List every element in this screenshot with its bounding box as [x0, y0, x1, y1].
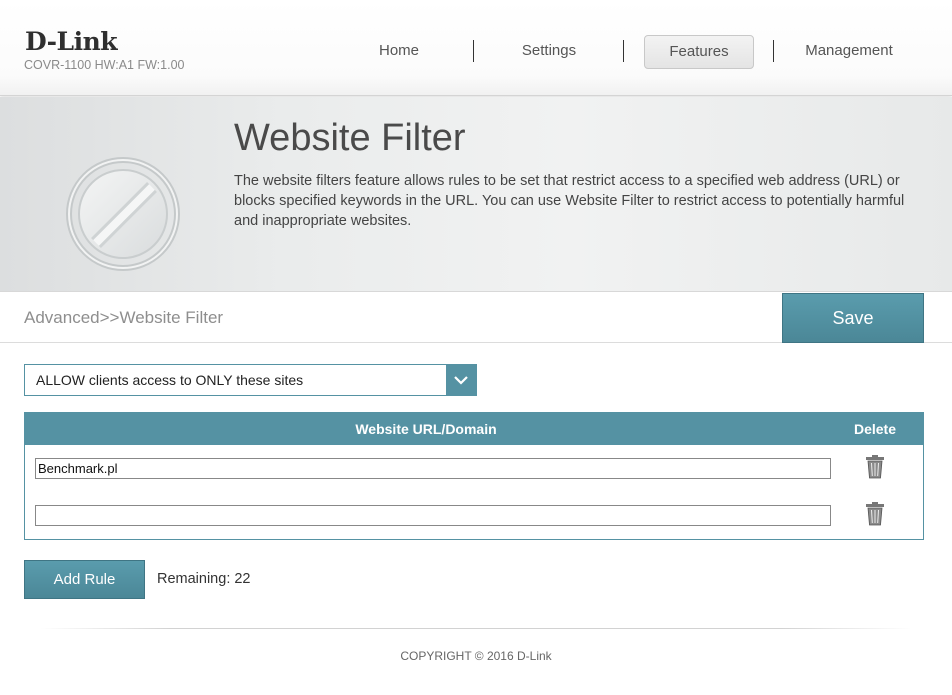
trash-icon[interactable]	[865, 502, 885, 531]
breadcrumb-bar: Advanced>>Website Filter Save	[0, 293, 952, 343]
table-header: Website URL/Domain Delete	[25, 413, 923, 445]
trash-icon[interactable]	[865, 455, 885, 484]
dlink-logo: D-Link	[25, 27, 118, 56]
model-info: COVR-1100 HW:A1 FW:1.00	[24, 58, 185, 72]
url-input-row-1[interactable]	[35, 458, 831, 479]
nav-separator	[623, 40, 624, 62]
nav-features[interactable]: Features	[644, 35, 754, 69]
add-rule-button[interactable]: Add Rule	[24, 560, 145, 599]
remaining-count: Remaining: 22	[157, 571, 251, 587]
copyright: COPYRIGHT © 2016 D-Link	[400, 649, 552, 663]
breadcrumb: Advanced>>Website Filter	[24, 308, 224, 327]
filter-mode-select[interactable]: ALLOW clients access to ONLY these sites	[24, 364, 477, 396]
page-title: Website Filter	[234, 117, 466, 159]
nav-settings[interactable]: Settings	[498, 35, 600, 69]
chevron-down-icon[interactable]	[446, 365, 476, 395]
website-rules-table: Website URL/Domain Delete	[24, 412, 924, 540]
nav-home[interactable]: Home	[348, 35, 450, 69]
page-description: The website filters feature allows rules…	[234, 173, 905, 229]
filter-mode-value: ALLOW clients access to ONLY these sites	[36, 372, 304, 388]
header: D-Link COVR-1100 HW:A1 FW:1.00 Home Sett…	[0, 0, 952, 96]
save-button[interactable]: Save	[782, 293, 924, 343]
banner: Website Filter The website filters featu…	[0, 97, 952, 292]
delete-column-header: Delete	[853, 421, 897, 437]
nav-separator	[773, 40, 774, 62]
url-column-header: Website URL/Domain	[355, 421, 497, 437]
url-input-row-2[interactable]	[35, 505, 831, 526]
footer-divider	[40, 628, 912, 629]
nav-management[interactable]: Management	[798, 35, 900, 69]
nav-separator	[473, 40, 474, 62]
prohibited-icon	[64, 155, 182, 278]
